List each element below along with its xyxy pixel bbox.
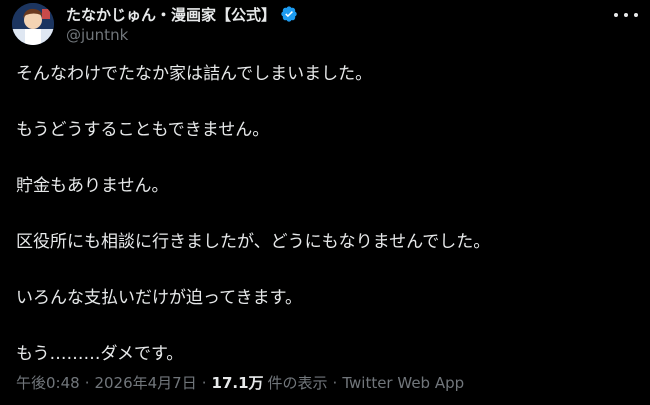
display-name[interactable]: たなかじゅん・漫画家【公式】 xyxy=(66,4,276,25)
more-options-icon[interactable] xyxy=(614,7,638,23)
tweet-line: もう………ダメです。 xyxy=(16,344,184,364)
tweet-line: 貯金もありません。 xyxy=(16,176,169,196)
separator: · xyxy=(332,373,338,392)
verified-badge-icon xyxy=(280,5,298,23)
views-label: 件の表示 xyxy=(267,374,328,392)
tweet-meta: 午後0:48 · 2026年4月7日 · 17.1万 件の表示 · Twitte… xyxy=(16,372,634,393)
handle[interactable]: @juntnk xyxy=(66,26,598,44)
tweet-line: いろんな支払いだけが迫ってきます。 xyxy=(16,288,302,308)
separator: · xyxy=(201,373,207,392)
more-dot xyxy=(624,13,628,17)
tweet-line: 区役所にも相談に行きましたが、どうにもなりませんでした。 xyxy=(16,232,491,252)
display-name-row: たなかじゅん・漫画家【公式】 xyxy=(66,3,598,25)
author-names: たなかじゅん・漫画家【公式】 @juntnk xyxy=(66,3,598,44)
separator: · xyxy=(84,373,90,392)
tweet-header: たなかじゅん・漫画家【公式】 @juntnk xyxy=(12,3,638,47)
more-dot xyxy=(634,13,638,17)
tweet-line: もうどうすることもできません。 xyxy=(16,120,270,140)
avatar[interactable] xyxy=(12,3,54,45)
tweet-date[interactable]: 2026年4月7日 xyxy=(94,372,196,393)
tweet-line: そんなわけでたなか家は詰んでしまいました。 xyxy=(16,64,373,84)
tweet: たなかじゅん・漫画家【公式】 @juntnk そんなわけでたなか家は詰んでしまい… xyxy=(0,0,650,405)
more-dot xyxy=(614,13,618,17)
tweet-source: Twitter Web App xyxy=(342,373,465,392)
tweet-text: そんなわけでたなか家は詰んでしまいました。 もうどうすることもできません。 貯金… xyxy=(16,62,634,366)
tweet-time[interactable]: 午後0:48 xyxy=(16,372,80,393)
views-count[interactable]: 17.1万 xyxy=(212,372,264,393)
